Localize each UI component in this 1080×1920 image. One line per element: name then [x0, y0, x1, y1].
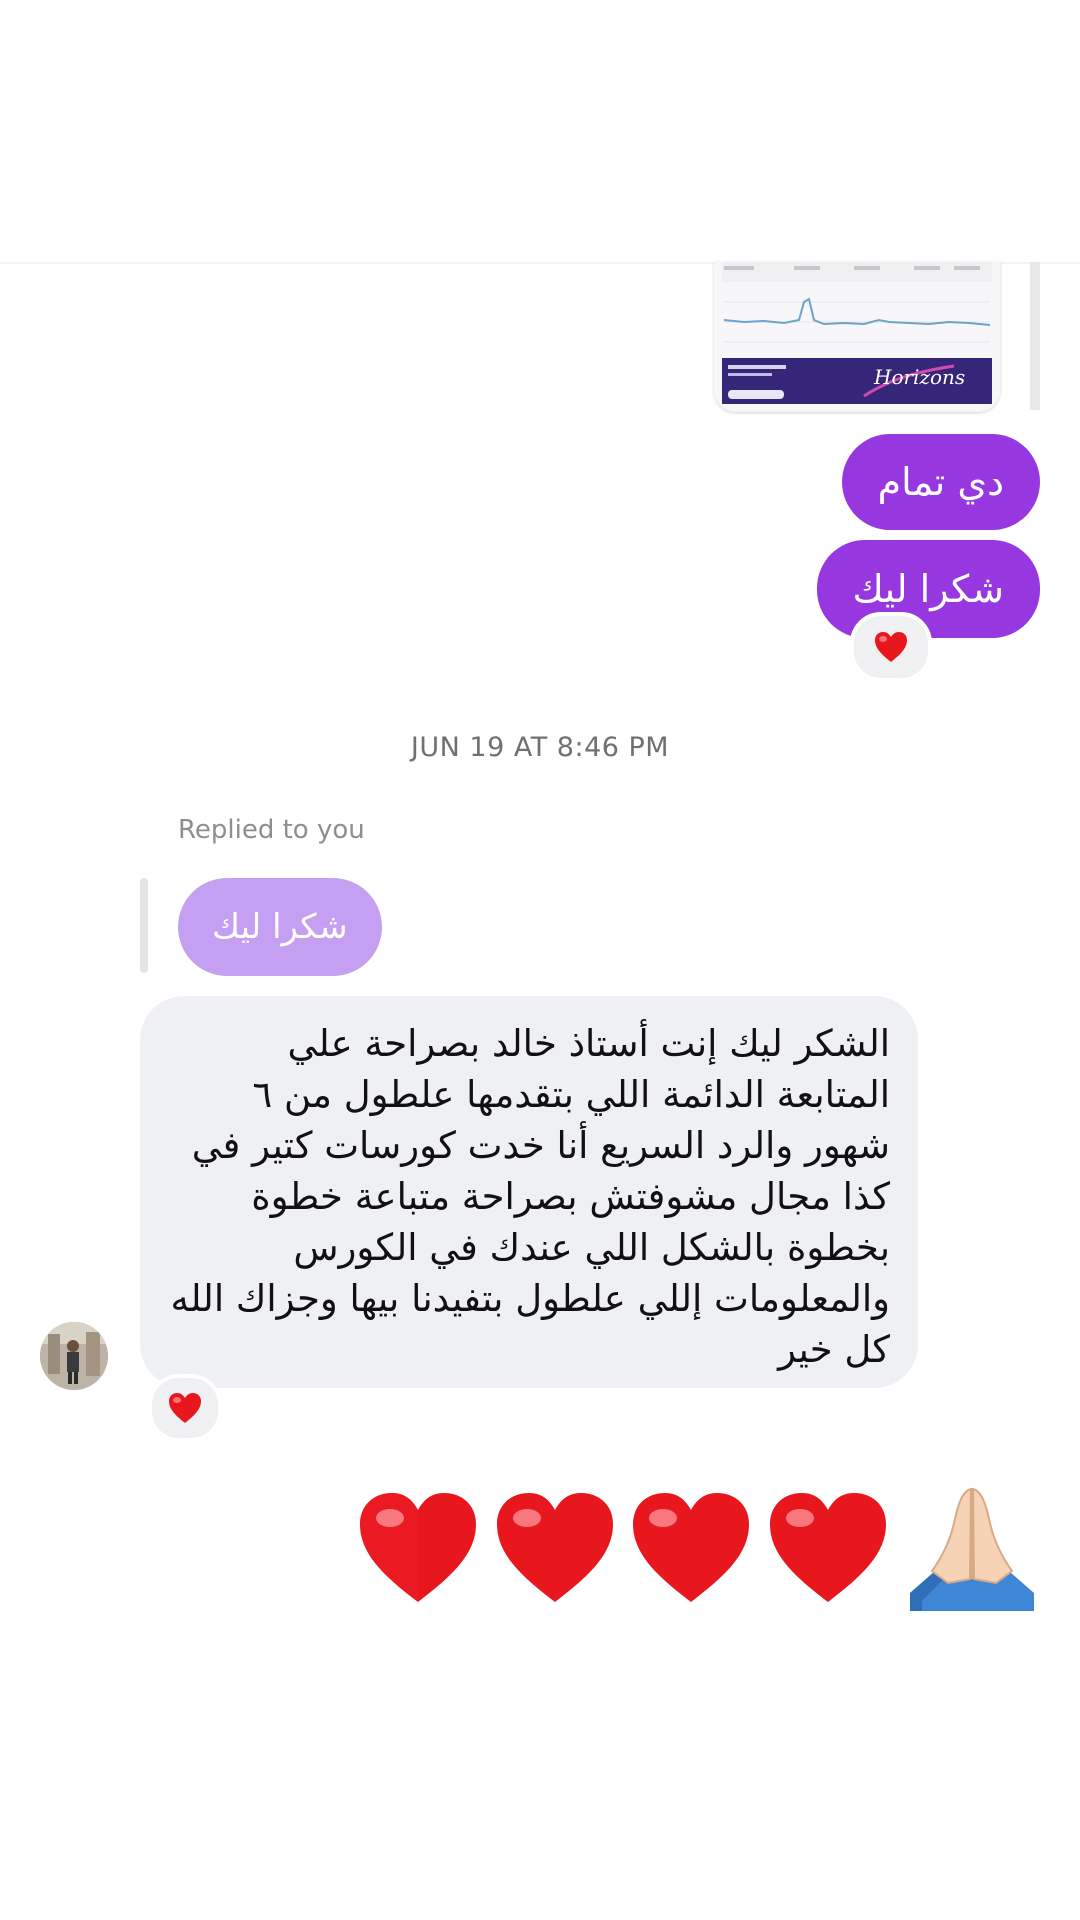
- heart-icon: [875, 632, 907, 662]
- message-reaction[interactable]: [850, 612, 932, 682]
- heart-icon: [496, 1493, 613, 1602]
- message-reaction[interactable]: [148, 1374, 222, 1442]
- image-side-bar: [1030, 262, 1040, 410]
- avatar[interactable]: [40, 1322, 108, 1390]
- image-caption-text: Horizons: [873, 365, 965, 389]
- heart-icon: [360, 1493, 476, 1602]
- sent-image-preview[interactable]: Horizons: [714, 262, 1000, 412]
- folded-hands-icon: [910, 1487, 1034, 1611]
- emoji-message[interactable]: [356, 1480, 1042, 1616]
- heart-icon: [633, 1493, 749, 1602]
- replied-label: Replied to you: [178, 815, 365, 845]
- heart-icon: [769, 1493, 886, 1602]
- top-blank-area: [0, 0, 1080, 262]
- replied-quote-bubble[interactable]: شكرا ليك: [178, 878, 382, 976]
- outgoing-message[interactable]: شكرا ليك: [816, 540, 1040, 638]
- message-text: دي تمام: [877, 460, 1004, 504]
- timestamp: JUN 19 AT 8:46 PM: [410, 732, 670, 763]
- heart-icon: [169, 1393, 201, 1423]
- sent-image-thumbnail: Horizons: [714, 262, 1000, 412]
- incoming-message-text: الشكر ليك إنت أستاذ خالد بصراحة علي المت…: [170, 1022, 890, 1371]
- message-text: شكرا ليك: [852, 567, 1005, 611]
- replied-quote-text: شكرا ليك: [212, 907, 348, 947]
- reply-indicator-bar: [140, 878, 148, 973]
- avatar-image: [40, 1322, 108, 1390]
- outgoing-message[interactable]: دي تمام: [841, 434, 1040, 530]
